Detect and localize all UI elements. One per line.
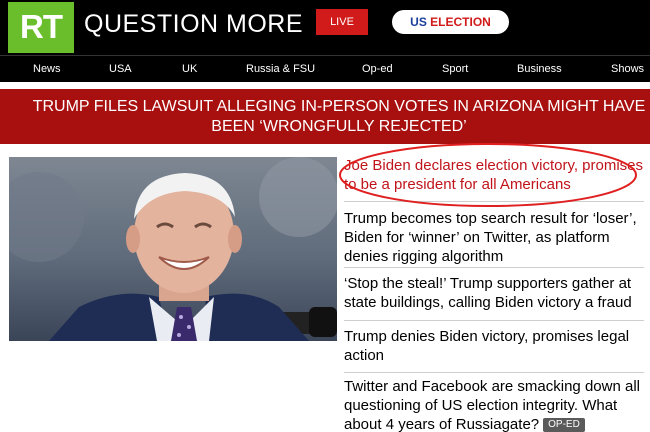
story-divider xyxy=(344,320,644,321)
logo-text: RT xyxy=(20,8,63,45)
site-header: RT QUESTION MORE LIVE US ELECTION xyxy=(0,0,650,55)
breaking-banner[interactable]: TRUMP FILES LAWSUIT ALLEGING IN-PERSON V… xyxy=(0,89,650,144)
story-divider xyxy=(344,372,644,373)
story-title: Twitter and Facebook are smacking down a… xyxy=(344,378,640,432)
op-ed-badge: OP-ED xyxy=(543,418,585,432)
biden-photo xyxy=(9,157,337,341)
nav-item-russia-fsu[interactable]: Russia & FSU xyxy=(246,63,315,75)
nav-item-news[interactable]: News xyxy=(33,63,61,75)
annotation-circle xyxy=(339,143,637,207)
nav-item-uk[interactable]: UK xyxy=(182,63,197,75)
banner-headline: TRUMP FILES LAWSUIT ALLEGING IN-PERSON V… xyxy=(32,98,646,135)
nav-item-business[interactable]: Business xyxy=(517,63,562,75)
story-link[interactable]: ‘Stop the steal!’ Trump supporters gathe… xyxy=(344,274,644,312)
story-link[interactable]: Trump denies Biden victory, promises leg… xyxy=(344,327,644,365)
live-button[interactable]: LIVE xyxy=(316,9,368,35)
us-election-label-election: ELECTION xyxy=(430,15,491,29)
us-election-button[interactable]: US ELECTION xyxy=(392,10,509,34)
story-link-oped[interactable]: Twitter and Facebook are smacking down a… xyxy=(344,377,644,432)
lead-story-image[interactable] xyxy=(9,157,337,341)
site-tagline: QUESTION MORE xyxy=(84,10,304,38)
story-link[interactable]: Trump becomes top search result for ‘los… xyxy=(344,209,644,266)
main-nav: News USA UK Russia & FSU Op-ed Sport Bus… xyxy=(0,55,650,82)
nav-item-op-ed[interactable]: Op-ed xyxy=(362,63,393,75)
rt-logo[interactable]: RT xyxy=(8,2,74,53)
nav-item-shows[interactable]: Shows xyxy=(611,63,644,75)
us-election-label-us: US xyxy=(410,15,427,29)
nav-item-usa[interactable]: USA xyxy=(109,63,132,75)
story-divider xyxy=(344,267,644,268)
nav-item-sport[interactable]: Sport xyxy=(442,63,468,75)
